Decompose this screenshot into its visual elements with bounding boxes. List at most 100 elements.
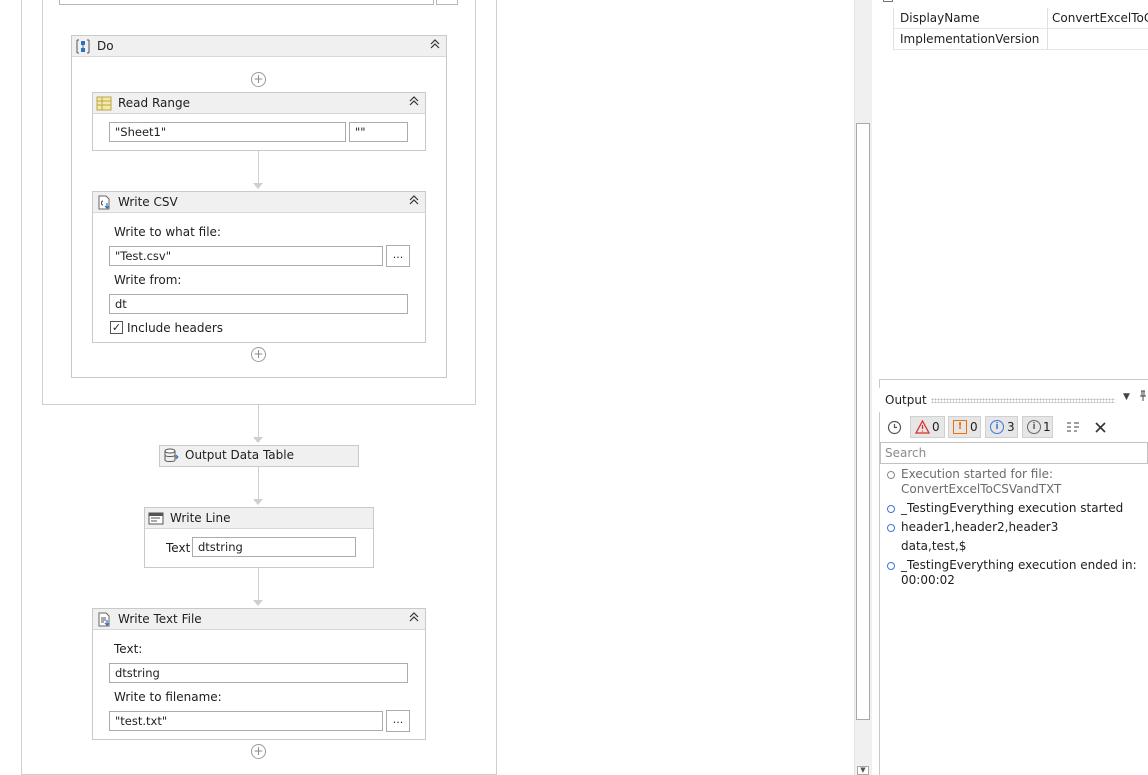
add-activity-plus-icon[interactable]: + (251, 72, 266, 87)
include-headers-checkbox[interactable]: ✓ (110, 321, 123, 334)
connector-line (258, 467, 259, 500)
connector-arrow-icon (253, 183, 263, 189)
sheet-name-input[interactable]: "Sheet1" (109, 122, 346, 142)
error-icon (915, 420, 930, 434)
workbook-browse-button[interactable] (436, 0, 458, 5)
trace-dot-icon (887, 471, 895, 479)
log-line: _TestingEverything execution started (901, 501, 1124, 515)
list-filter-icon (1067, 422, 1079, 432)
csv-browse-button[interactable]: ... (386, 245, 410, 267)
studio-window: Do + Read Range "Sheet1" "" Write CSV Wr… (0, 0, 1148, 775)
write-text-input[interactable]: dtstring (109, 663, 408, 683)
write-to-file-label: Write to what file: (114, 225, 221, 239)
connector-arrow-icon (253, 499, 263, 505)
scroll-down-arrow-icon[interactable]: ▼ (857, 766, 869, 775)
csv-file-path-input[interactable]: "Test.csv" (109, 246, 383, 266)
pane-options-dropdown-icon[interactable]: ▼ (1123, 392, 1130, 402)
write-to-filename-label: Write to filename: (114, 690, 222, 704)
info-filter-button[interactable]: i 3 (985, 416, 1018, 438)
write-text-file-title: Write Text File (118, 612, 202, 626)
txt-file-path-input[interactable]: "test.txt" (109, 711, 383, 731)
workbook-path-field[interactable] (59, 0, 434, 5)
trace-filter-button[interactable]: i 1 (1022, 416, 1053, 438)
collapse-icon[interactable] (407, 194, 421, 209)
write-text-file-icon (98, 612, 110, 627)
log-line-continued: data,test,$ (901, 539, 967, 553)
trace-count: 1 (1043, 420, 1051, 434)
errors-count: 0 (932, 420, 940, 434)
collapse-icon[interactable] (407, 611, 421, 626)
console-icon (148, 512, 164, 525)
info-dot-icon (887, 505, 895, 513)
close-icon (1095, 422, 1106, 433)
txt-browse-button[interactable]: ... (386, 710, 410, 732)
clock-icon (887, 420, 902, 435)
property-value-divider (1047, 8, 1048, 29)
log-line-continued: 00:00:02 (901, 573, 955, 587)
property-row-implementationversion[interactable]: ImplementationVersion (893, 29, 1148, 50)
search-placeholder: Search (885, 446, 927, 460)
filter-options-button[interactable] (1061, 416, 1083, 438)
do-sequence-title: Do (97, 39, 114, 53)
write-csv-title: Write CSV (118, 195, 178, 209)
output-panel-header: Output ▼ (879, 388, 1148, 412)
excel-sheet-icon (96, 96, 112, 111)
write-line-text-input[interactable]: dtstring (192, 537, 356, 557)
write-line-header[interactable]: Write Line (145, 508, 373, 529)
properties-panel (879, 0, 1148, 380)
collapse-icon[interactable] (428, 38, 442, 53)
property-value-divider (1047, 29, 1048, 50)
warning-icon: ! (953, 420, 967, 434)
do-sequence-header[interactable]: Do (72, 36, 446, 57)
category-collapse-icon[interactable] (883, 0, 893, 2)
sequence-icon (76, 39, 90, 54)
read-range-header[interactable]: Read Range (93, 93, 425, 114)
property-row-displayname[interactable]: DisplayName ConvertExcelToCSVandTXT (893, 8, 1148, 29)
output-data-table-title: Output Data Table (185, 448, 294, 462)
collapse-icon[interactable] (407, 95, 421, 110)
panel-drag-grip[interactable] (931, 398, 1115, 403)
output-panel-title: Output (885, 393, 927, 407)
trace-icon: i (1027, 420, 1041, 434)
designer-scrollbar-thumb[interactable] (856, 123, 870, 720)
write-file-icon (98, 195, 110, 210)
write-from-label: Write from: (114, 273, 182, 287)
add-activity-plus-icon[interactable]: + (251, 744, 266, 759)
write-line-text-label: Text (166, 541, 191, 555)
property-name: ImplementationVersion (900, 32, 1040, 46)
range-input[interactable]: "" (349, 122, 408, 142)
property-value[interactable]: ConvertExcelToCSVandTXT (1052, 11, 1148, 25)
connector-arrow-icon (253, 600, 263, 606)
write-csv-header[interactable]: Write CSV (93, 192, 425, 213)
warnings-filter-button[interactable]: ! 0 (948, 416, 981, 438)
errors-filter-button[interactable]: 0 (910, 416, 945, 438)
clear-output-button[interactable] (1089, 416, 1111, 438)
log-line: _TestingEverything execution ended in: (901, 558, 1137, 572)
connector-line (258, 151, 259, 184)
write-line-title: Write Line (170, 511, 231, 525)
write-from-input[interactable]: dt (109, 294, 408, 314)
info-count: 3 (1007, 420, 1015, 434)
write-text-label: Text: (114, 642, 143, 656)
log-line: header1,header2,header3 (901, 520, 1059, 534)
log-line-continued: ConvertExcelToCSVandTXT (901, 482, 1062, 496)
log-line: Execution started for file: (901, 467, 1054, 481)
connector-line (258, 405, 259, 438)
write-text-file-header[interactable]: Write Text File (93, 609, 425, 630)
include-headers-label: Include headers (127, 321, 224, 335)
warnings-count: 0 (970, 420, 978, 434)
output-toolbar: 0 ! 0 i 3 i 1 (879, 414, 1148, 440)
connector-line (258, 568, 259, 601)
connector-arrow-icon (253, 437, 263, 443)
output-data-table-activity[interactable]: Output Data Table (159, 445, 359, 467)
pin-icon[interactable] (1138, 390, 1148, 405)
output-search-input[interactable]: Search (880, 442, 1148, 464)
info-icon: i (990, 420, 1004, 434)
timestamps-toggle[interactable] (882, 416, 906, 438)
info-dot-icon (887, 524, 895, 532)
add-activity-plus-icon[interactable]: + (251, 347, 266, 362)
data-table-icon (164, 448, 179, 462)
property-name: DisplayName (900, 11, 980, 25)
read-range-title: Read Range (118, 96, 190, 110)
info-dot-icon (887, 562, 895, 570)
